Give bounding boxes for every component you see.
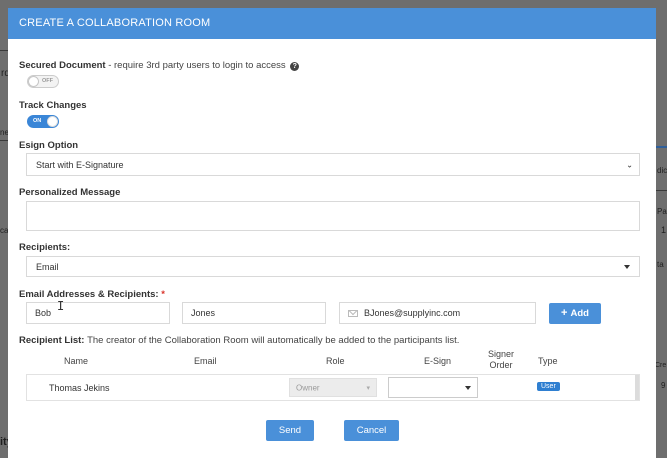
track-changes-toggle[interactable]: ON — [27, 115, 59, 128]
bg-fragment: ta — [657, 260, 664, 269]
first-name-input[interactable] — [26, 302, 170, 324]
track-changes-label: Track Changes — [19, 100, 87, 111]
modal-title: CREATE A COLLABORATION ROOM — [19, 17, 211, 29]
esign-option-select[interactable]: Start with E-Signature ⌄ — [26, 153, 640, 176]
bg-divider — [0, 50, 8, 51]
bg-fragment: 1 — [661, 225, 667, 235]
column-header-esign: E-Sign — [424, 356, 452, 366]
toggle-state-text: ON — [33, 118, 42, 124]
type-badge: User — [537, 382, 560, 391]
personalized-message-label: Personalized Message — [19, 187, 121, 198]
recipients-label: Recipients: — [19, 242, 71, 253]
required-mark: * — [161, 289, 165, 300]
bg-divider — [656, 190, 667, 191]
recipients-select[interactable]: Email — [26, 256, 640, 277]
secured-document-description: - require 3rd party users to login to ac… — [108, 60, 286, 71]
secured-document-title: Secured Document — [19, 60, 106, 71]
bg-fragment: Pa — [657, 207, 667, 216]
role-value: Owner — [296, 383, 320, 392]
table-row: Thomas Jekins Owner ▾ User — [27, 375, 639, 400]
recipient-list-note: The creator of the Collaboration Room wi… — [87, 335, 460, 346]
esign-option-value: Start with E-Signature — [36, 159, 124, 170]
recipient-list-title: Recipient List: — [19, 335, 85, 346]
column-header-type: Type — [538, 356, 558, 366]
chevron-down-icon: ⌄ — [626, 160, 633, 169]
secured-document-toggle[interactable]: OFF — [27, 75, 59, 88]
help-icon[interactable]: ? — [290, 62, 300, 71]
personalized-message-textarea[interactable] — [26, 201, 640, 231]
recipient-list-table: Thomas Jekins Owner ▾ User — [26, 374, 640, 401]
column-header-role: Role — [326, 356, 345, 366]
toggle-knob — [28, 76, 39, 87]
column-header-signer-order: Signer Order — [488, 349, 514, 371]
bg-fragment: 9 — [661, 381, 666, 390]
bg-fragment: Cre — [655, 362, 667, 369]
esign-option-label: Esign Option — [19, 140, 79, 151]
chevron-down-icon: ▾ — [366, 384, 370, 392]
list-scrollbar[interactable] — [635, 375, 639, 400]
caret-down-icon — [624, 264, 630, 269]
column-header-name: Name — [64, 356, 89, 366]
signer-order-line-1: Signer — [488, 349, 515, 359]
last-name-input[interactable] — [182, 302, 326, 324]
modal-header: CREATE A COLLABORATION ROOM — [8, 8, 656, 39]
signer-order-line-2: Order — [489, 360, 513, 370]
add-button-label: Add — [570, 308, 589, 319]
bg-accent-line — [656, 146, 667, 148]
email-recipients-title: Email Addresses & Recipients: — [19, 289, 159, 300]
cancel-button[interactable]: Cancel — [344, 420, 399, 441]
recipient-list-label: Recipient List: The creator of the Colla… — [19, 335, 459, 346]
bg-fragment: dic — [657, 166, 667, 175]
column-header-email: Email — [194, 356, 217, 366]
secured-document-label: Secured Document - require 3rd party use… — [19, 60, 300, 71]
recipients-value: Email — [36, 261, 59, 272]
send-button[interactable]: Send — [266, 420, 314, 441]
toggle-state-text: OFF — [42, 78, 53, 84]
add-recipient-button[interactable]: + Add — [549, 303, 601, 324]
envelope-icon — [348, 310, 358, 317]
role-select[interactable]: Owner ▾ — [289, 378, 377, 397]
email-value: BJones@supplyinc.com — [364, 308, 461, 318]
esign-select[interactable] — [388, 377, 478, 398]
plus-icon: + — [561, 307, 568, 319]
recipient-name: Thomas Jekins — [49, 383, 110, 393]
collaboration-room-modal: CREATE A COLLABORATION ROOM Secured Docu… — [8, 8, 656, 458]
caret-down-icon — [465, 385, 471, 390]
email-recipients-label: Email Addresses & Recipients: * — [19, 289, 165, 300]
email-input[interactable]: BJones@supplyinc.com — [339, 302, 536, 324]
bg-divider — [0, 140, 8, 141]
toggle-knob — [47, 116, 58, 127]
text-cursor: I — [57, 299, 65, 313]
